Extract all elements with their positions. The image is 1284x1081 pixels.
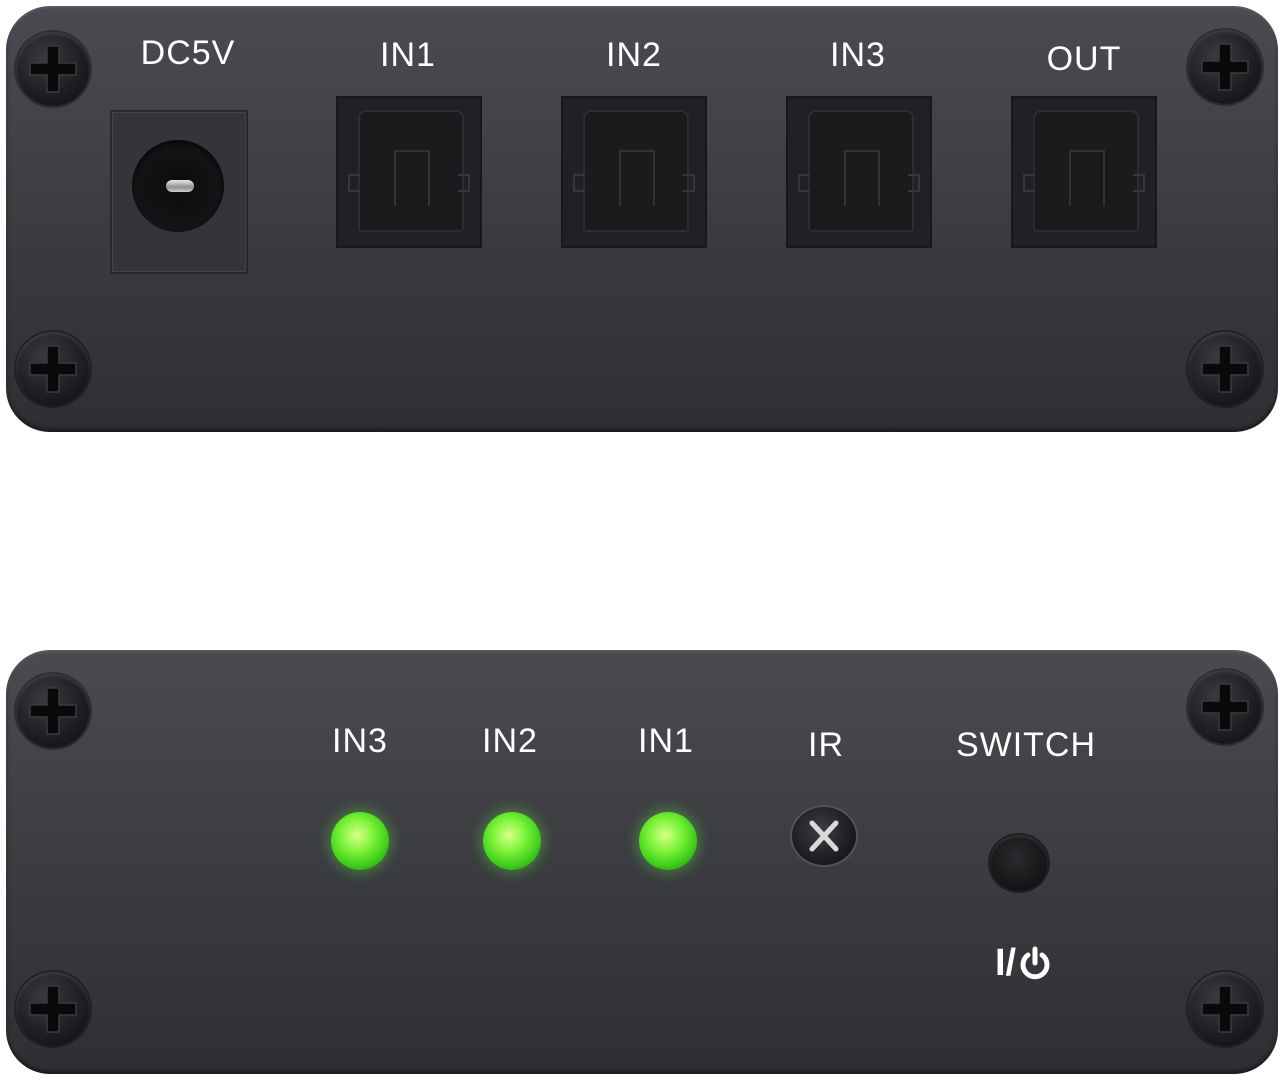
led-in2-label: IN2 (482, 722, 538, 760)
power-label: I/ (995, 942, 1052, 985)
switch-button[interactable] (990, 835, 1048, 891)
screw-icon (16, 332, 90, 406)
ir-label: IR (808, 726, 844, 764)
toslink-port-icon (1033, 110, 1139, 232)
led-in3-indicator (331, 812, 389, 870)
toslink-port-icon (583, 110, 689, 232)
power-icon (1020, 946, 1050, 979)
dc-jack-icon (132, 140, 224, 232)
screw-icon (16, 32, 90, 106)
led-in3-label: IN3 (332, 722, 388, 760)
dc5v-label: DC5V (140, 34, 236, 72)
led-in1-label: IN1 (638, 722, 694, 760)
screw-icon (1188, 972, 1262, 1046)
screw-icon (1188, 332, 1262, 406)
power-slash-text: I/ (995, 942, 1017, 984)
dc-power-jack[interactable] (110, 110, 248, 274)
screw-icon (1188, 30, 1262, 104)
front-panel (6, 650, 1278, 1074)
switch-label: SWITCH (955, 726, 1097, 764)
out-port-label: OUT (1046, 40, 1122, 78)
toslink-out-port[interactable] (1011, 96, 1157, 248)
screw-icon (1188, 670, 1262, 744)
in2-port-label: IN2 (606, 36, 662, 74)
toslink-in3-port[interactable] (786, 96, 932, 248)
in3-port-label: IN3 (830, 36, 886, 74)
toslink-port-icon (808, 110, 914, 232)
led-in1-indicator (639, 812, 697, 870)
toslink-in1-port[interactable] (336, 96, 482, 248)
toslink-in2-port[interactable] (561, 96, 707, 248)
ir-sensor-icon (790, 805, 858, 867)
in1-port-label: IN1 (380, 36, 436, 74)
screw-icon (16, 972, 90, 1046)
toslink-port-icon (358, 110, 464, 232)
dc-pin (166, 180, 194, 192)
led-in2-indicator (483, 812, 541, 870)
screw-icon (16, 674, 90, 748)
